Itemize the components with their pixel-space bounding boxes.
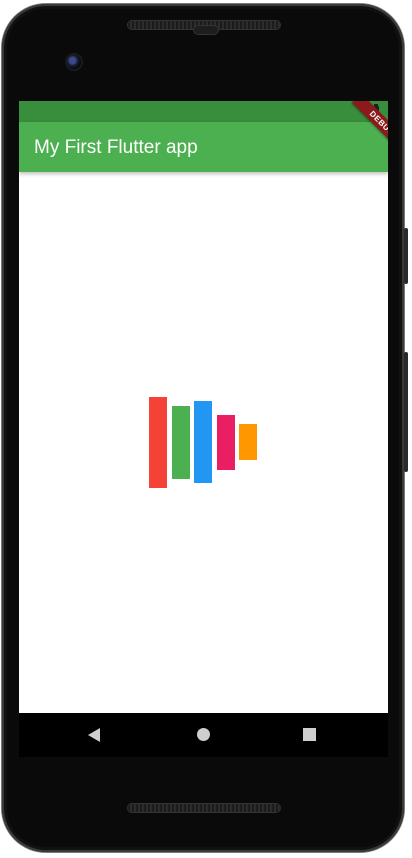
power-button[interactable] <box>404 228 408 284</box>
bottom-speaker <box>128 804 280 812</box>
page-title: My First Flutter app <box>34 137 198 158</box>
status-bar <box>19 101 388 122</box>
logo-bar-pink <box>217 415 235 470</box>
logo-bar-blue <box>194 401 212 483</box>
recents-icon[interactable] <box>303 728 316 741</box>
app-bar: My First Flutter app <box>19 122 388 172</box>
system-nav-bar <box>19 713 388 757</box>
logo-bar-orange <box>239 424 257 460</box>
volume-button[interactable] <box>404 352 408 472</box>
front-camera-icon <box>67 55 81 69</box>
app-screen: My First Flutter app DEBUG <box>19 101 388 713</box>
earpiece <box>194 26 218 34</box>
home-icon[interactable] <box>197 728 210 741</box>
logo-bar-green <box>172 406 190 479</box>
back-icon[interactable] <box>88 728 100 742</box>
logo-bar-red <box>149 397 167 488</box>
